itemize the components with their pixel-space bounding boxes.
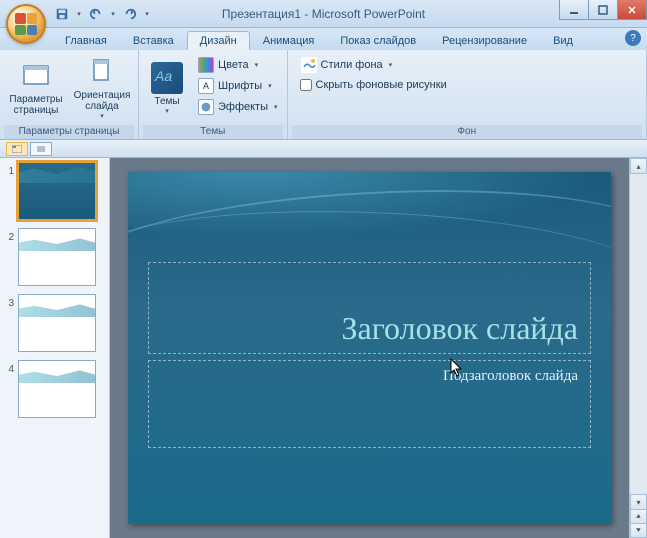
tab-review[interactable]: Рецензирование bbox=[429, 31, 540, 50]
scroll-track[interactable] bbox=[630, 174, 647, 494]
scroll-down-button[interactable]: ▾ bbox=[630, 494, 647, 510]
thumbnail-number: 2 bbox=[4, 228, 14, 243]
qat-customize-icon[interactable]: ▾ bbox=[142, 10, 152, 18]
save-button[interactable] bbox=[52, 4, 72, 24]
title-bar: ▾ ▾ ▾ Презентация1 - Microsoft PowerPoin… bbox=[0, 0, 647, 28]
effects-label: Эффекты bbox=[218, 101, 268, 113]
maximize-icon bbox=[598, 5, 608, 15]
close-button[interactable] bbox=[617, 0, 647, 20]
office-logo-icon bbox=[15, 13, 37, 35]
thumbnail-row: 1 bbox=[0, 158, 109, 224]
group-label-page-setup: Параметры страницы bbox=[4, 125, 134, 139]
page-setup-icon bbox=[20, 60, 52, 92]
chevron-down-icon: ▾ bbox=[100, 112, 104, 120]
maximize-button[interactable] bbox=[588, 0, 618, 20]
thumbnail-number: 1 bbox=[4, 162, 14, 177]
thumbnail-row: 3 bbox=[0, 290, 109, 356]
slide-orientation-button[interactable]: Ориентация слайда ▾ bbox=[70, 52, 134, 120]
outline-thumbnails-tabs bbox=[0, 140, 647, 158]
slide-thumbnails-panel: 1 2 3 4 bbox=[0, 158, 110, 538]
outline-icon bbox=[36, 145, 46, 153]
undo-icon bbox=[89, 7, 103, 21]
thumbnails-icon bbox=[12, 145, 22, 153]
fonts-icon: A bbox=[198, 78, 214, 94]
themes-icon bbox=[151, 62, 183, 94]
work-area: 1 2 3 4 Заголовок слайда Подзаголовок сл… bbox=[0, 158, 647, 538]
orientation-icon bbox=[86, 56, 118, 88]
previous-slide-button[interactable]: ⯅ bbox=[630, 510, 647, 524]
chevron-down-icon: ▾ bbox=[255, 61, 259, 69]
minimize-icon bbox=[569, 5, 579, 15]
group-background: Стили фона ▾ Скрыть фоновые рисунки Фон bbox=[288, 50, 647, 139]
fonts-label: Шрифты bbox=[218, 80, 262, 92]
subtitle-text: Подзаголовок слайда bbox=[443, 368, 578, 384]
office-button[interactable] bbox=[6, 4, 46, 44]
thumbnails-tab[interactable] bbox=[6, 142, 28, 156]
outline-tab[interactable] bbox=[30, 142, 52, 156]
checkbox-input[interactable] bbox=[300, 79, 312, 91]
colors-icon bbox=[198, 57, 214, 73]
theme-effects-button[interactable]: Эффекты ▾ bbox=[193, 96, 283, 117]
background-styles-button[interactable]: Стили фона ▾ bbox=[296, 54, 398, 75]
page-setup-label: Параметры страницы bbox=[9, 94, 62, 116]
orientation-label: Ориентация слайда bbox=[74, 90, 131, 112]
ribbon: Параметры страницы Ориентация слайда ▾ П… bbox=[0, 50, 647, 140]
ribbon-tabs: Главная Вставка Дизайн Анимация Показ сл… bbox=[0, 28, 647, 50]
undo-button[interactable] bbox=[86, 4, 106, 24]
slide-thumbnail-2[interactable] bbox=[18, 228, 96, 286]
vertical-scrollbar: ▴ ▾ ⯅ ⯆ bbox=[629, 158, 647, 538]
chevron-down-icon: ▾ bbox=[268, 82, 272, 90]
next-slide-button[interactable]: ⯆ bbox=[630, 524, 647, 538]
group-label-background: Фон bbox=[292, 125, 642, 139]
tab-insert[interactable]: Вставка bbox=[120, 31, 187, 50]
thumbnail-number: 4 bbox=[4, 360, 14, 375]
subtitle-placeholder[interactable]: Подзаголовок слайда bbox=[148, 360, 591, 448]
slide-editor[interactable]: Заголовок слайда Подзаголовок слайда bbox=[110, 158, 629, 538]
window-title: Презентация1 - Microsoft PowerPoint bbox=[222, 7, 425, 21]
redo-button[interactable] bbox=[120, 4, 140, 24]
tab-animation[interactable]: Анимация bbox=[250, 31, 328, 50]
quick-access-toolbar: ▾ ▾ ▾ bbox=[52, 0, 152, 27]
slide-thumbnail-3[interactable] bbox=[18, 294, 96, 352]
slide-canvas[interactable]: Заголовок слайда Подзаголовок слайда bbox=[128, 172, 611, 524]
redo-icon bbox=[123, 7, 137, 21]
slide-thumbnail-4[interactable] bbox=[18, 360, 96, 418]
save-dropdown-icon[interactable]: ▾ bbox=[74, 10, 84, 18]
title-placeholder[interactable]: Заголовок слайда bbox=[148, 262, 591, 354]
chevron-down-icon: ▾ bbox=[389, 61, 393, 69]
minimize-button[interactable] bbox=[559, 0, 589, 20]
colors-label: Цвета bbox=[218, 59, 249, 71]
thumbnail-row: 4 bbox=[0, 356, 109, 422]
group-page-setup: Параметры страницы Ориентация слайда ▾ П… bbox=[0, 50, 139, 139]
effects-icon bbox=[198, 99, 214, 115]
tab-home[interactable]: Главная bbox=[52, 31, 120, 50]
save-icon bbox=[55, 7, 69, 21]
background-styles-label: Стили фона bbox=[321, 59, 383, 71]
close-icon bbox=[627, 5, 637, 15]
thumbnail-row: 2 bbox=[0, 224, 109, 290]
hide-graphics-label: Скрыть фоновые рисунки bbox=[316, 79, 447, 91]
tab-design[interactable]: Дизайн bbox=[187, 31, 250, 50]
chevron-down-icon: ▾ bbox=[274, 103, 278, 111]
tab-slideshow[interactable]: Показ слайдов bbox=[327, 31, 429, 50]
help-button[interactable]: ? bbox=[625, 30, 641, 46]
themes-label: Темы bbox=[154, 96, 179, 107]
slide-thumbnail-1[interactable] bbox=[18, 162, 96, 220]
theme-colors-button[interactable]: Цвета ▾ bbox=[193, 54, 283, 75]
page-setup-button[interactable]: Параметры страницы bbox=[4, 52, 68, 120]
background-styles-icon bbox=[301, 57, 317, 73]
group-themes: Темы ▾ Цвета ▾ A Шрифты ▾ Эффекты ▾ bbox=[139, 50, 288, 139]
chevron-down-icon: ▾ bbox=[165, 107, 169, 115]
help-icon: ? bbox=[630, 33, 636, 44]
tab-view[interactable]: Вид bbox=[540, 31, 586, 50]
thumbnail-number: 3 bbox=[4, 294, 14, 309]
title-text: Заголовок слайда bbox=[341, 310, 578, 347]
hide-background-graphics-checkbox[interactable]: Скрыть фоновые рисунки bbox=[296, 77, 451, 93]
group-label-themes: Темы bbox=[143, 125, 283, 139]
scroll-up-button[interactable]: ▴ bbox=[630, 158, 647, 174]
theme-fonts-button[interactable]: A Шрифты ▾ bbox=[193, 75, 283, 96]
undo-dropdown-icon[interactable]: ▾ bbox=[108, 10, 118, 18]
window-controls bbox=[560, 0, 647, 20]
themes-gallery-button[interactable]: Темы ▾ bbox=[143, 52, 191, 120]
